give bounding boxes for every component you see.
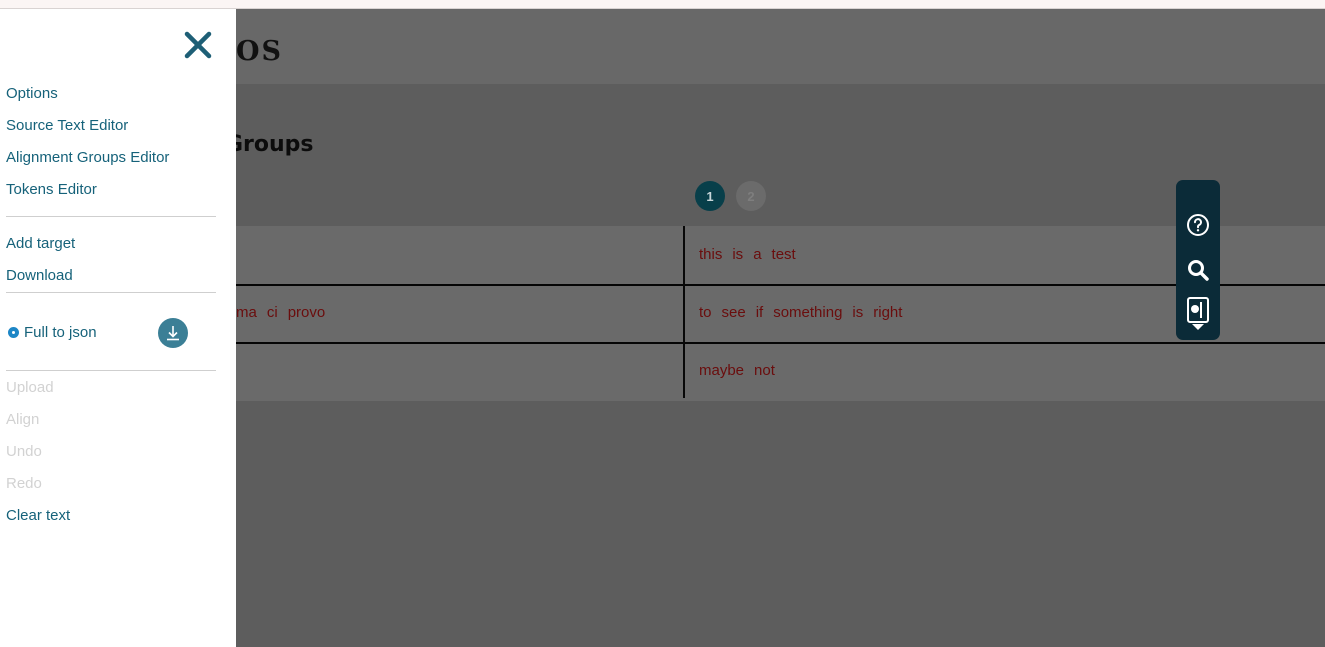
- menu-align: Align: [6, 411, 40, 428]
- menu-clear-text[interactable]: Clear text: [6, 507, 70, 524]
- browser-top-strip: [0, 0, 1325, 9]
- token[interactable]: if: [756, 304, 764, 321]
- menu-undo: Undo: [6, 443, 42, 460]
- menu-upload: Upload: [6, 379, 54, 396]
- token[interactable]: a: [753, 246, 761, 263]
- app-title: OS: [236, 36, 284, 67]
- target-cell: to see if something is right: [699, 284, 912, 340]
- side-menu-panel: Options Source Text Editor Alignment Gro…: [0, 9, 236, 647]
- token[interactable]: test: [772, 246, 796, 263]
- search-icon[interactable]: [1184, 256, 1212, 284]
- column-divider: [683, 226, 685, 398]
- help-icon[interactable]: [1184, 211, 1212, 239]
- menu-options[interactable]: Options: [6, 85, 58, 102]
- target-cell: this is a test: [699, 226, 806, 282]
- menu-redo: Redo: [6, 475, 42, 492]
- token[interactable]: ci: [267, 304, 278, 321]
- target-cell: maybe not: [699, 342, 785, 398]
- token[interactable]: is: [852, 304, 863, 321]
- download-icon[interactable]: [158, 318, 188, 348]
- panel-toggle-icon[interactable]: [1184, 297, 1212, 330]
- divider: [6, 370, 216, 371]
- token[interactable]: not: [754, 362, 775, 379]
- token[interactable]: right: [873, 304, 902, 321]
- menu-add-target[interactable]: Add target: [6, 235, 75, 252]
- page-2-button[interactable]: 2: [736, 181, 766, 211]
- divider: [6, 292, 216, 293]
- download-option-label: Full to json: [24, 324, 97, 341]
- token[interactable]: this: [699, 246, 722, 263]
- section-title: Groups: [225, 132, 314, 157]
- divider: [6, 216, 216, 217]
- pagination: 1 2: [695, 181, 766, 211]
- token[interactable]: something: [773, 304, 842, 321]
- source-cell: ma ci provo: [236, 284, 335, 340]
- menu-tokens-editor[interactable]: Tokens Editor: [6, 181, 97, 198]
- menu-source-text-editor[interactable]: Source Text Editor: [6, 117, 128, 134]
- menu-download[interactable]: Download: [6, 267, 73, 284]
- token[interactable]: see: [722, 304, 746, 321]
- page-1-button[interactable]: 1: [695, 181, 725, 211]
- token[interactable]: is: [732, 246, 743, 263]
- menu-alignment-groups-editor[interactable]: Alignment Groups Editor: [6, 149, 169, 166]
- floating-toolbar: [1176, 180, 1220, 340]
- token[interactable]: provo: [288, 304, 326, 321]
- download-option-full-json[interactable]: Full to json: [8, 324, 97, 341]
- token[interactable]: maybe: [699, 362, 744, 379]
- token[interactable]: to: [699, 304, 712, 321]
- close-icon[interactable]: [182, 29, 214, 61]
- token[interactable]: ma: [236, 304, 257, 321]
- radio-selected-icon[interactable]: [8, 327, 19, 338]
